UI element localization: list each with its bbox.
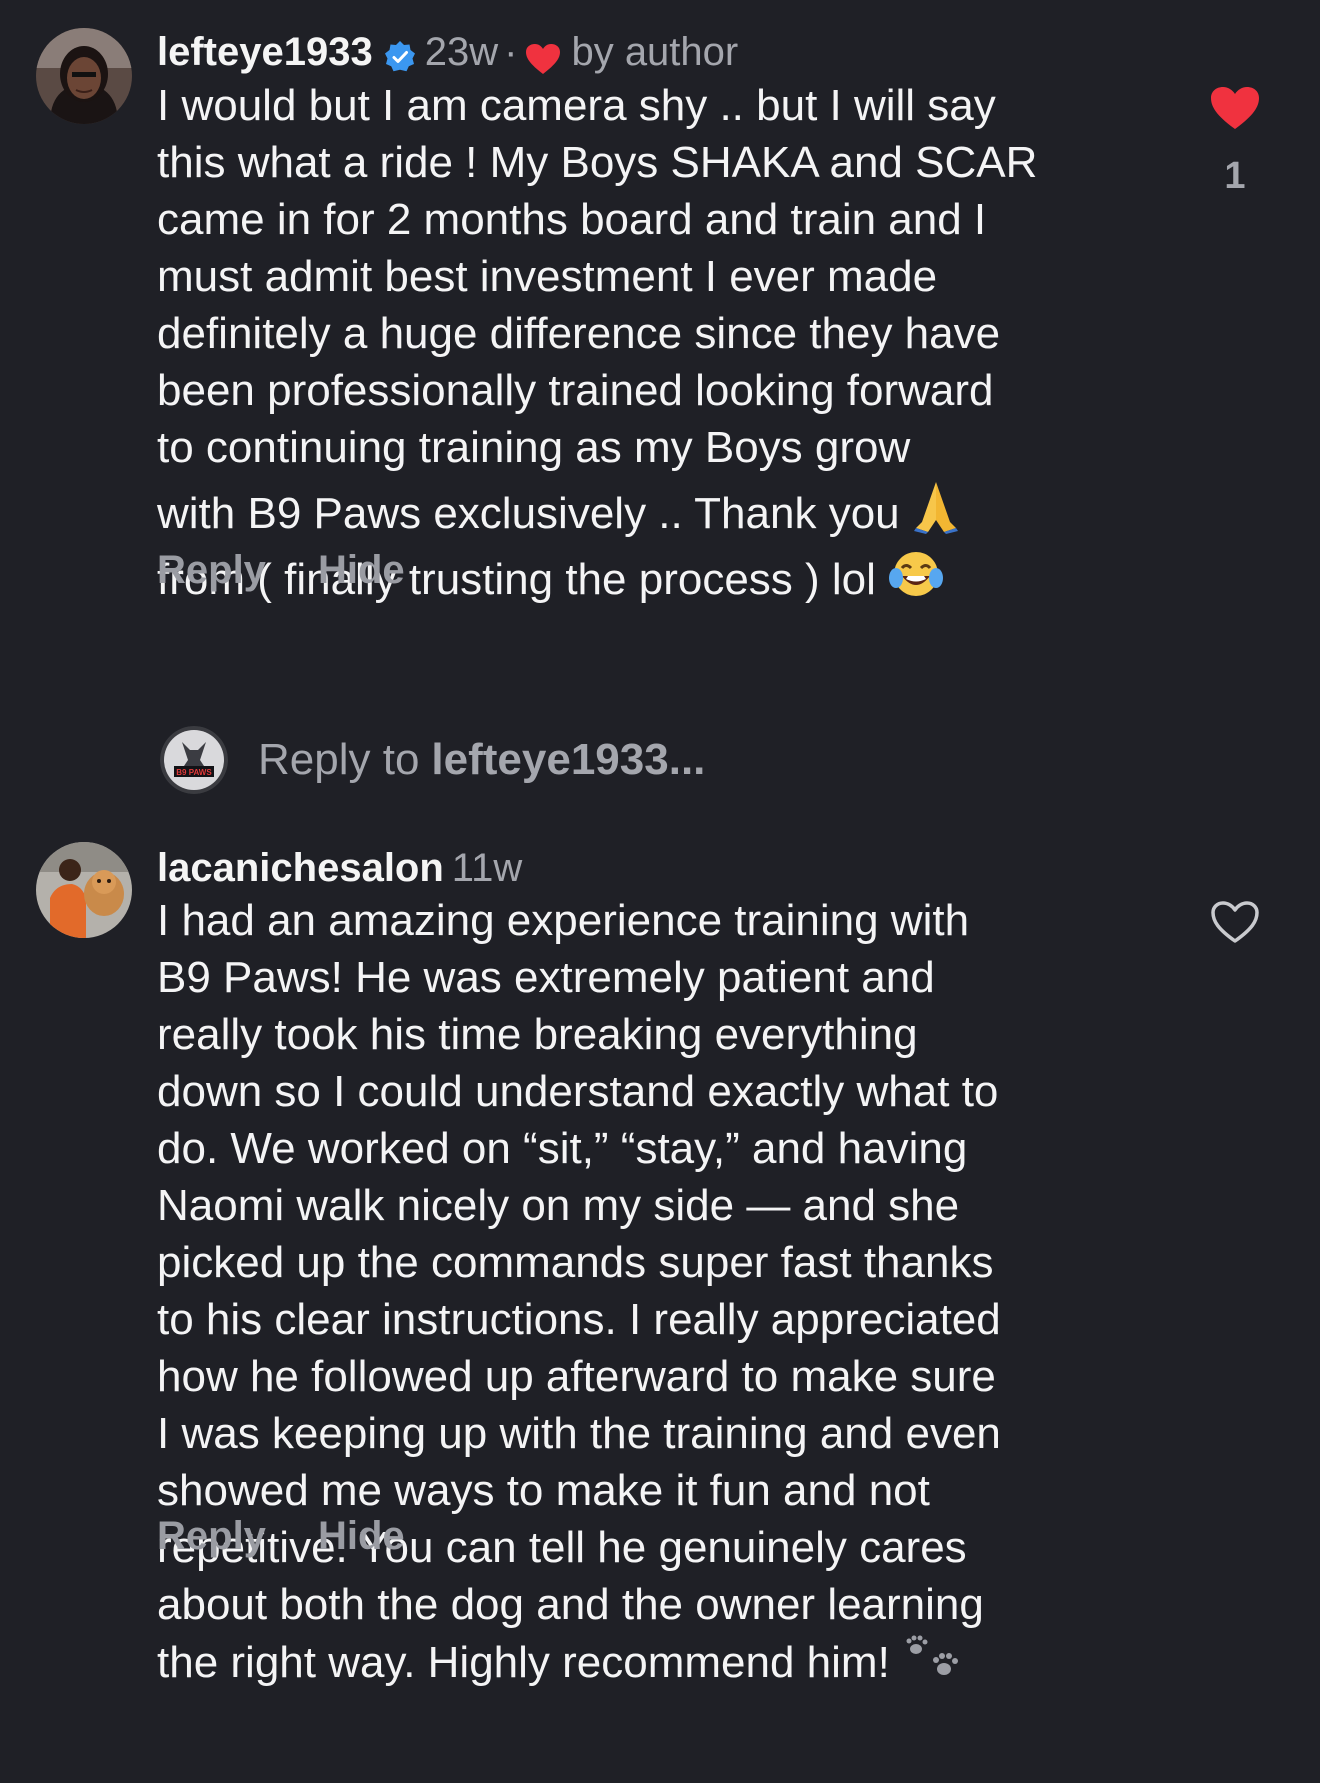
reply-prompt[interactable]: B9 PAWS Reply to lefteye1933... [160, 724, 705, 796]
comment-text-main: I would but I am camera shy .. but I wil… [157, 81, 1038, 538]
comment-lefteye1933: lefteye1933 23w · by author I would but … [0, 0, 1320, 680]
like-column [1210, 900, 1260, 949]
logo-text: B9 PAWS [176, 768, 212, 777]
avatar[interactable] [36, 28, 132, 124]
b9-paws-logo: B9 PAWS [160, 726, 228, 794]
timestamp: 23w [424, 30, 499, 74]
comment-text: I would but I am camera shy .. but I wil… [157, 77, 1157, 614]
comment-text: I had an amazing experience training wit… [157, 892, 1157, 1697]
hide-button[interactable]: Hide [318, 1514, 405, 1559]
comment-actions: Reply Hide [157, 548, 405, 593]
like-count[interactable]: 1 [1210, 155, 1260, 198]
separator: · [504, 30, 518, 74]
paw-prints-icon [902, 1633, 962, 1697]
comment-header: lefteye1933 23w · by author [157, 26, 738, 78]
reply-button[interactable]: Reply [157, 548, 266, 593]
comment-header: lacanichesalon 11w [157, 842, 522, 894]
folded-hands-icon [912, 476, 960, 548]
comment-lacanichesalon: lacanichesalon 11w I had an amazing expe… [0, 830, 1320, 1783]
avatar[interactable] [36, 842, 132, 938]
reply-prompt-target: lefteye1933... [431, 735, 706, 784]
like-column: 1 [1210, 86, 1260, 198]
liked-by-author-label: by author [571, 30, 739, 74]
like-heart-outline-icon[interactable] [1210, 900, 1260, 949]
tears-of-joy-icon [888, 548, 944, 614]
comment-text-last-line: the right way. Highly recommend him! [157, 1638, 890, 1687]
comment-actions: Reply Hide [157, 1514, 405, 1559]
timestamp: 11w [451, 846, 523, 890]
like-heart-icon[interactable] [1210, 86, 1260, 135]
hide-button[interactable]: Hide [318, 548, 405, 593]
verified-badge-icon [383, 35, 417, 72]
username[interactable]: lefteye1933 [157, 26, 373, 78]
heart-icon [525, 36, 561, 74]
reply-prompt-prefix: Reply to [258, 735, 420, 784]
username[interactable]: lacanichesalon [157, 842, 444, 894]
reply-button[interactable]: Reply [157, 1514, 266, 1559]
